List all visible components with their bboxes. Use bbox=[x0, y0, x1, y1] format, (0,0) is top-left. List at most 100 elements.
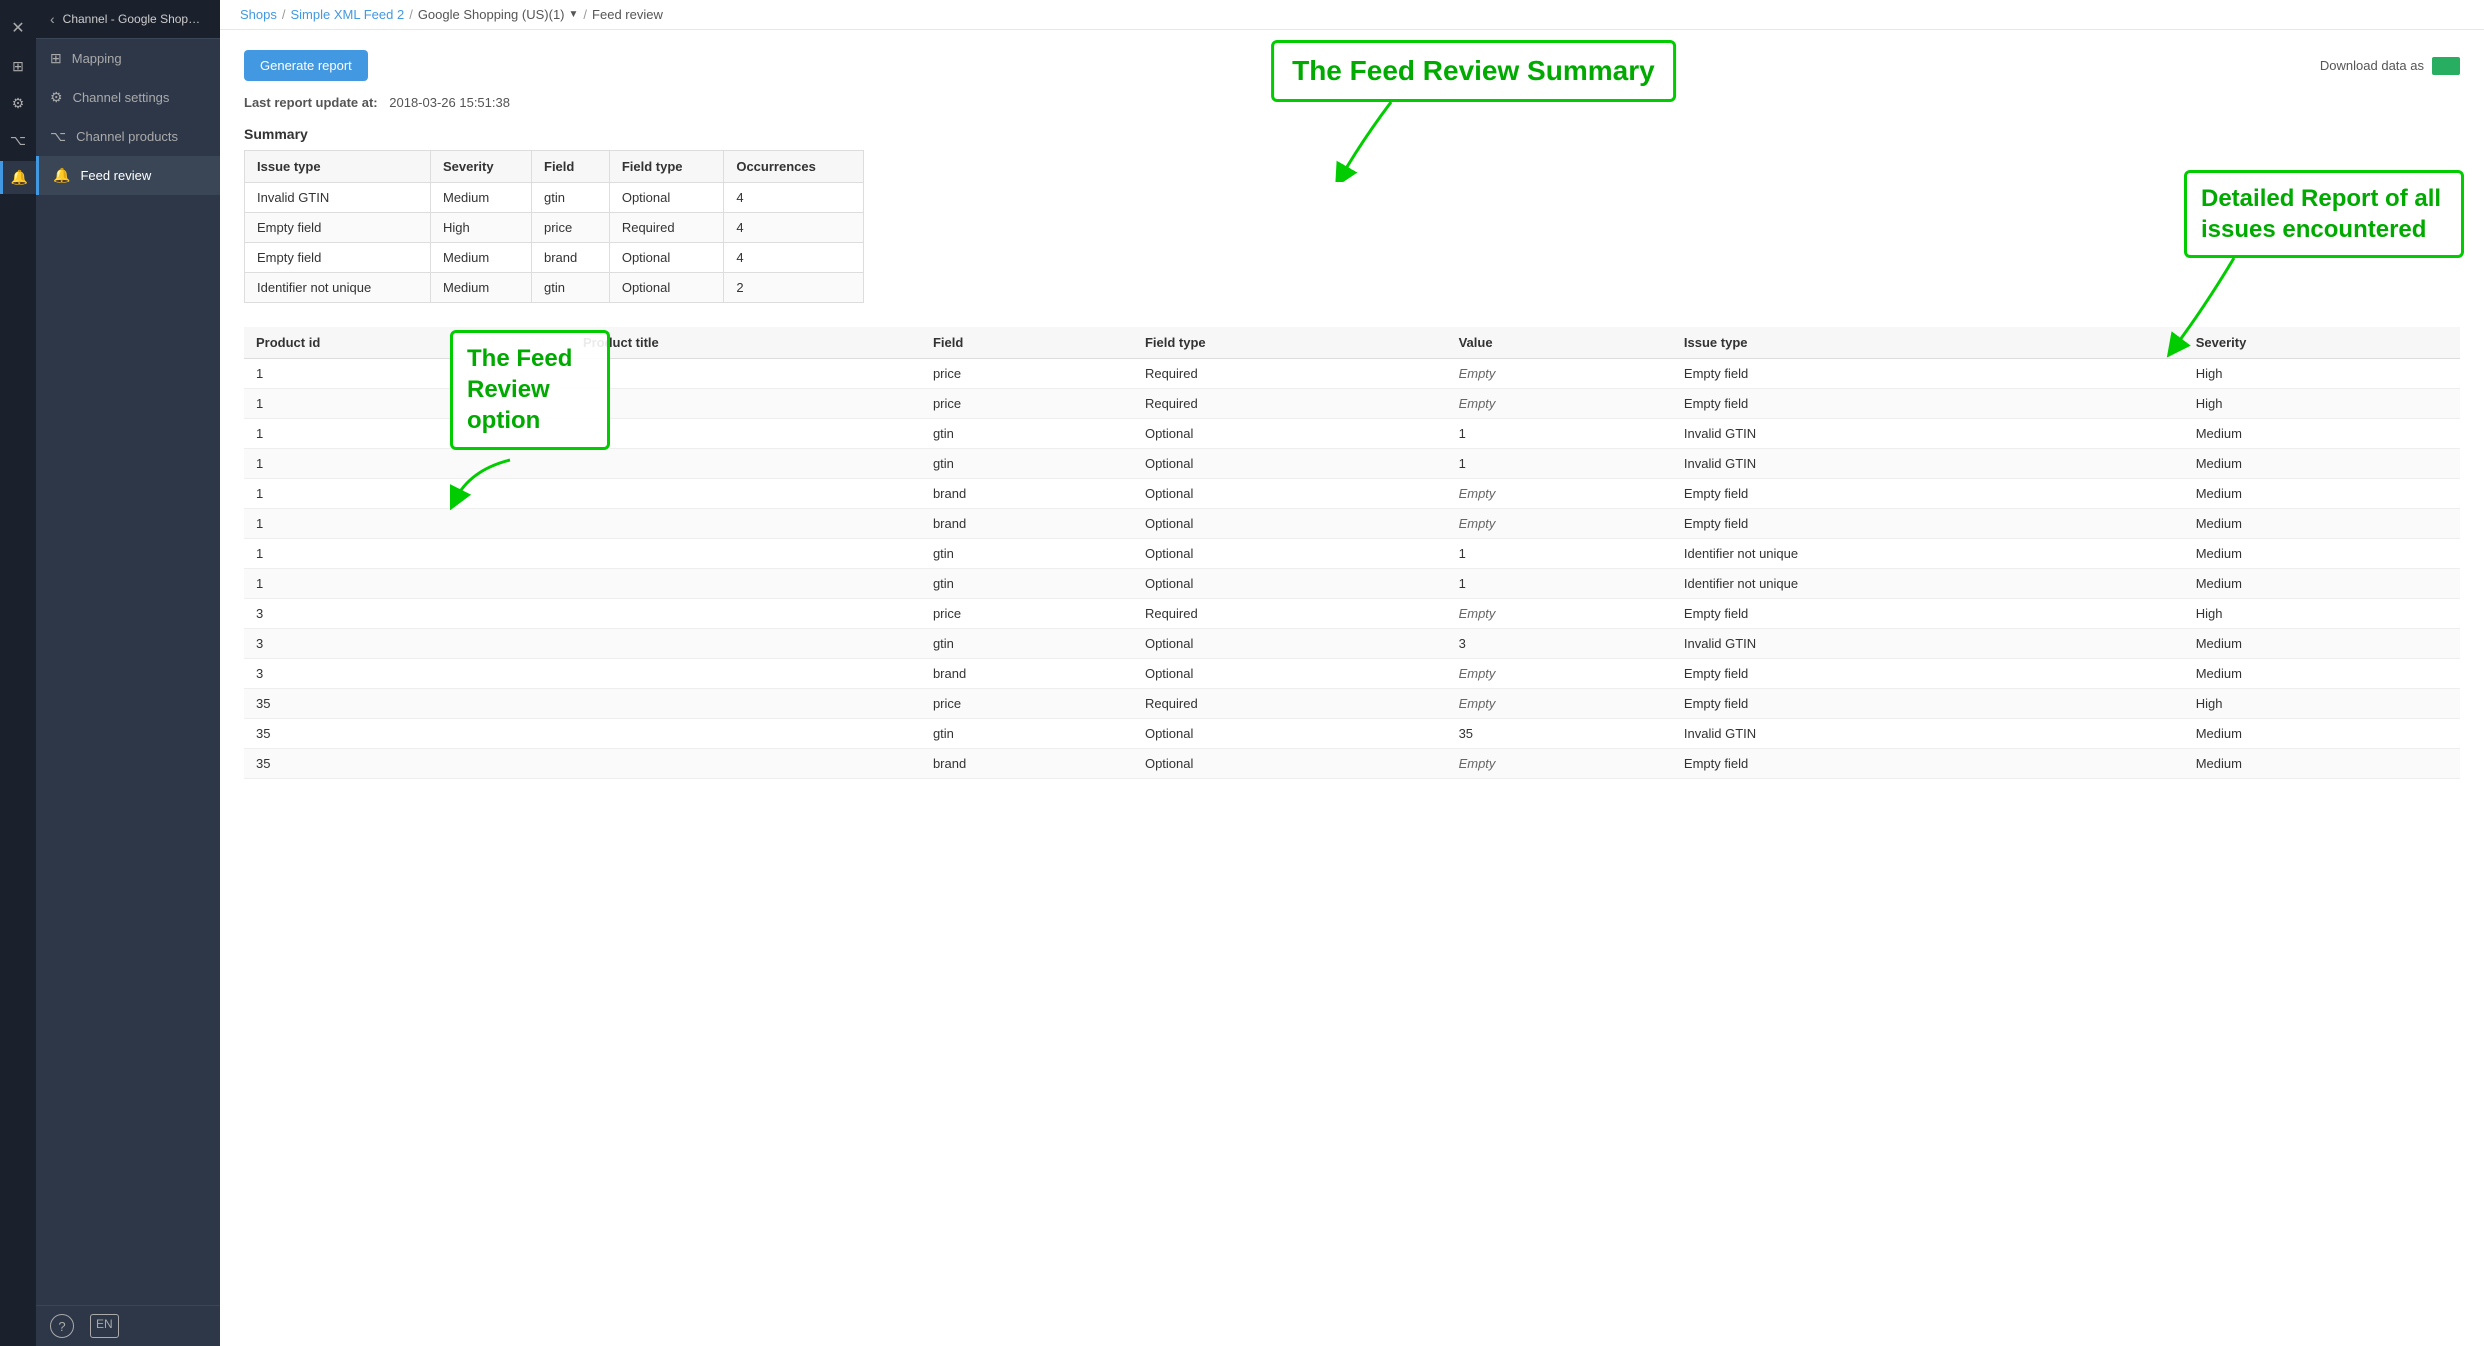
detail-issue-type: Identifier not unique bbox=[1672, 539, 2184, 569]
detail-issue-type: Invalid GTIN bbox=[1672, 449, 2184, 479]
detail-field: gtin bbox=[921, 569, 1133, 599]
summary-table-row: Identifier not unique Medium gtin Option… bbox=[245, 273, 864, 303]
detail-issue-type: Invalid GTIN bbox=[1672, 629, 2184, 659]
detail-field-type: Optional bbox=[1133, 719, 1447, 749]
detail-product-title bbox=[571, 509, 921, 539]
detail-product-title bbox=[571, 449, 921, 479]
detail-severity: High bbox=[2184, 389, 2460, 419]
summary-annotation-arrow bbox=[1331, 102, 1451, 182]
summary-field: gtin bbox=[532, 183, 610, 213]
detail-field: gtin bbox=[921, 449, 1133, 479]
detail-issue-type: Identifier not unique bbox=[1672, 569, 2184, 599]
detail-table-row: 35 brand Optional Empty Empty field Medi… bbox=[244, 749, 2460, 779]
summary-occurrences: 4 bbox=[724, 213, 864, 243]
mapping-icon: ⊞ bbox=[50, 50, 62, 67]
feed-review-option-annotation-wrapper: The Feed Review option bbox=[450, 330, 610, 510]
tag-icon[interactable]: ⌥ bbox=[2, 124, 34, 157]
detail-field-type: Optional bbox=[1133, 749, 1447, 779]
sidebar-header: ‹ Channel - Google Shopping... bbox=[36, 0, 220, 39]
language-button[interactable]: EN bbox=[90, 1314, 119, 1338]
detail-field: brand bbox=[921, 509, 1133, 539]
detail-col-field-type: Field type bbox=[1133, 327, 1447, 359]
sidebar-item-channel-products[interactable]: ⌥ Channel products bbox=[36, 117, 220, 156]
detail-value: Empty bbox=[1447, 659, 1672, 689]
back-chevron-icon[interactable]: ‹ bbox=[50, 11, 55, 27]
sidebar-item-channel-settings[interactable]: ⚙ Channel settings bbox=[36, 78, 220, 117]
close-icon[interactable]: ✕ bbox=[3, 10, 32, 46]
help-button[interactable]: ? bbox=[50, 1314, 74, 1338]
summary-issue-type: Empty field bbox=[245, 243, 431, 273]
detail-value: Empty bbox=[1447, 509, 1672, 539]
detail-product-id: 3 bbox=[244, 629, 571, 659]
detailed-report-annotation-box: Detailed Report of all issues encountere… bbox=[2184, 170, 2464, 258]
detail-field-type: Required bbox=[1133, 599, 1447, 629]
detail-field-type: Optional bbox=[1133, 419, 1447, 449]
breadcrumb-sep-1: / bbox=[282, 7, 286, 22]
grid-icon[interactable]: ⊞ bbox=[4, 50, 32, 83]
summary-issue-type: Invalid GTIN bbox=[245, 183, 431, 213]
breadcrumb-shops[interactable]: Shops bbox=[240, 7, 277, 22]
detail-field-type: Optional bbox=[1133, 509, 1447, 539]
detail-field-type: Optional bbox=[1133, 479, 1447, 509]
detail-issue-type: Empty field bbox=[1672, 479, 2184, 509]
detail-product-id: 1 bbox=[244, 509, 571, 539]
detail-issue-type: Empty field bbox=[1672, 689, 2184, 719]
detail-field: brand bbox=[921, 749, 1133, 779]
summary-col-occurrences: Occurrences bbox=[724, 151, 864, 183]
summary-col-field: Field bbox=[532, 151, 610, 183]
detail-product-title bbox=[571, 539, 921, 569]
detail-severity: Medium bbox=[2184, 509, 2460, 539]
summary-occurrences: 4 bbox=[724, 183, 864, 213]
summary-field-type: Optional bbox=[609, 273, 724, 303]
detail-value: Empty bbox=[1447, 599, 1672, 629]
detail-value: 3 bbox=[1447, 629, 1672, 659]
detail-product-id: 35 bbox=[244, 689, 571, 719]
detail-col-issue-type: Issue type bbox=[1672, 327, 2184, 359]
breadcrumb-feed2[interactable]: Simple XML Feed 2 bbox=[291, 7, 405, 22]
detail-severity: Medium bbox=[2184, 479, 2460, 509]
detail-col-field: Field bbox=[921, 327, 1133, 359]
detail-product-id: 35 bbox=[244, 749, 571, 779]
gear-icon[interactable]: ⚙ bbox=[4, 87, 33, 120]
topbar: Shops / Simple XML Feed 2 / Google Shopp… bbox=[220, 0, 2484, 30]
detail-product-id: 3 bbox=[244, 659, 571, 689]
detail-field: price bbox=[921, 389, 1133, 419]
breadcrumb-google-shopping-dropdown[interactable]: Google Shopping (US)(1) ▼ bbox=[418, 7, 579, 22]
detail-severity: Medium bbox=[2184, 719, 2460, 749]
summary-table: Issue type Severity Field Field type Occ… bbox=[244, 150, 864, 303]
detail-issue-type: Empty field bbox=[1672, 509, 2184, 539]
detail-product-id: 35 bbox=[244, 719, 571, 749]
summary-col-severity: Severity bbox=[431, 151, 532, 183]
feed-review-option-annotation-box: The Feed Review option bbox=[450, 330, 610, 450]
detail-severity: Medium bbox=[2184, 449, 2460, 479]
detail-table-row: 35 price Required Empty Empty field High bbox=[244, 689, 2460, 719]
detail-severity: High bbox=[2184, 689, 2460, 719]
detail-severity: High bbox=[2184, 359, 2460, 389]
detail-value: Empty bbox=[1447, 689, 1672, 719]
summary-field-type: Optional bbox=[609, 243, 724, 273]
detail-table-row: 1 brand Optional Empty Empty field Mediu… bbox=[244, 509, 2460, 539]
detail-product-title bbox=[571, 599, 921, 629]
summary-severity: Medium bbox=[431, 273, 532, 303]
detail-product-id: 3 bbox=[244, 599, 571, 629]
summary-field-type: Optional bbox=[609, 183, 724, 213]
page-body: The Feed Review Summary Detailed Report … bbox=[220, 30, 2484, 1346]
generate-report-button[interactable]: Generate report bbox=[244, 50, 368, 81]
detail-table-row: 3 brand Optional Empty Empty field Mediu… bbox=[244, 659, 2460, 689]
detail-product-title bbox=[571, 689, 921, 719]
bell-icon[interactable]: 🔔 bbox=[0, 161, 36, 194]
detail-product-id: 1 bbox=[244, 569, 571, 599]
sidebar-item-mapping[interactable]: ⊞ Mapping bbox=[36, 39, 220, 78]
detail-field: price bbox=[921, 599, 1133, 629]
detail-field: gtin bbox=[921, 719, 1133, 749]
detail-value: Empty bbox=[1447, 389, 1672, 419]
detail-value: 1 bbox=[1447, 569, 1672, 599]
detail-col-product-title: Product title bbox=[571, 327, 921, 359]
sidebar-label-channel-products: Channel products bbox=[76, 129, 178, 144]
detail-product-title bbox=[571, 569, 921, 599]
sidebar-item-feed-review[interactable]: 🔔 Feed review bbox=[36, 156, 220, 195]
csv-download-icon[interactable] bbox=[2432, 57, 2460, 75]
breadcrumb-sep-2: / bbox=[409, 7, 413, 22]
detail-field-type: Optional bbox=[1133, 629, 1447, 659]
detail-product-id: 1 bbox=[244, 539, 571, 569]
